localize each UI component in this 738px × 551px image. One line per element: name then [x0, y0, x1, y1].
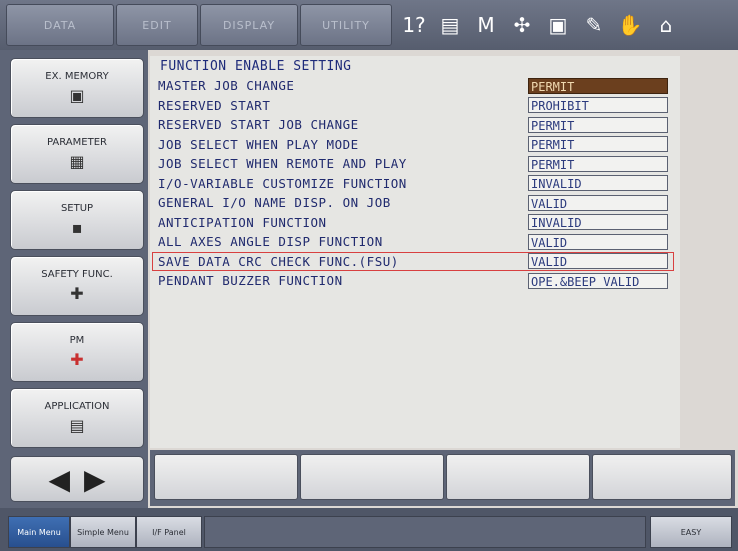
setting-value[interactable]: INVALID	[528, 175, 668, 192]
setting-value[interactable]: VALID	[528, 194, 668, 211]
function-key-bar	[150, 450, 735, 506]
setting-value[interactable]: PROHIBIT	[528, 97, 668, 114]
page-title: FUNCTION ENABLE SETTING	[160, 59, 352, 74]
setting-row: RESERVED START PROHIBIT	[158, 96, 678, 116]
setting-row: PENDANT BUZZER FUNCTION OPE.&BEEP VALID	[158, 271, 678, 291]
help-icon[interactable]: 1?	[400, 11, 428, 39]
menu-safety-func[interactable]: SAFETY FUNC. ✚	[10, 256, 144, 316]
monitor-icon[interactable]: ▣	[544, 11, 572, 39]
function-key-2[interactable]	[300, 454, 444, 500]
setting-label: PENDANT BUZZER FUNCTION	[158, 273, 343, 289]
setting-label: MASTER JOB CHANGE	[158, 78, 295, 94]
if-panel-button[interactable]: I/F Panel	[136, 516, 202, 548]
edit-icon[interactable]: ✎	[580, 11, 608, 39]
menu-application-label: APPLICATION	[44, 401, 110, 412]
parameter-icon: ▦	[69, 152, 85, 171]
menu-ex-memory-label: EX. MEMORY	[45, 71, 109, 82]
setting-label: RESERVED START	[158, 97, 271, 113]
tab-utility[interactable]: UTILITY	[300, 4, 392, 46]
status-bar: Main Menu Simple Menu I/F Panel EASY	[0, 508, 738, 551]
memory-icon[interactable]: M	[472, 11, 500, 39]
safety-icon: ✚	[70, 284, 84, 303]
setting-value[interactable]: PERMIT	[528, 136, 668, 153]
tab-display[interactable]: DISPLAY	[200, 4, 298, 46]
menu-pm[interactable]: PM ✚	[10, 322, 144, 382]
menu-parameter[interactable]: PARAMETER ▦	[10, 124, 144, 184]
setting-value[interactable]: PERMIT	[528, 155, 668, 172]
function-key-3[interactable]	[446, 454, 590, 500]
setting-label: ALL AXES ANGLE DISP FUNCTION	[158, 234, 383, 250]
setting-row: JOB SELECT WHEN REMOTE AND PLAY PERMIT	[158, 154, 678, 174]
setting-row: MASTER JOB CHANGE PERMIT	[158, 76, 678, 96]
status-icons: 1? ▤ M ✣ ▣ ✎ ✋ ⌂	[400, 8, 680, 42]
left-menu: EX. MEMORY ▣ PARAMETER ▦ SETUP ▪ SAFETY …	[0, 50, 148, 510]
setting-value[interactable]: OPE.&BEEP VALID	[528, 272, 668, 289]
tab-edit[interactable]: EDIT	[116, 4, 198, 46]
setting-value[interactable]: PERMIT	[528, 116, 668, 133]
setting-label: GENERAL I/O NAME DISP. ON JOB	[158, 195, 391, 211]
menu-ex-memory[interactable]: EX. MEMORY ▣	[10, 58, 144, 118]
menu-application[interactable]: APPLICATION ▤	[10, 388, 144, 448]
network-icon[interactable]: ✣	[508, 11, 536, 39]
setting-row: I/O-VARIABLE CUSTOMIZE FUNCTION INVALID	[158, 174, 678, 194]
setting-row: JOB SELECT WHEN PLAY MODE PERMIT	[158, 135, 678, 155]
home-icon[interactable]: ⌂	[652, 11, 680, 39]
setting-row: ANTICIPATION FUNCTION INVALID	[158, 213, 678, 233]
menu-setup[interactable]: SETUP ▪	[10, 190, 144, 250]
setting-value[interactable]: INVALID	[528, 214, 668, 231]
hand-icon[interactable]: ✋	[616, 11, 644, 39]
medical-box-icon: ✚	[70, 350, 84, 369]
easy-button[interactable]: EASY	[650, 516, 732, 548]
setting-row-highlighted: SAVE DATA CRC CHECK FUNC.(FSU) VALID	[152, 251, 678, 272]
application-icon: ▤	[69, 416, 85, 435]
status-message-area	[204, 516, 646, 548]
setting-row: RESERVED START JOB CHANGE PERMIT	[158, 115, 678, 135]
setting-row: GENERAL I/O NAME DISP. ON JOB VALID	[158, 193, 678, 213]
function-key-4[interactable]	[592, 454, 732, 500]
setting-label: JOB SELECT WHEN PLAY MODE	[158, 136, 359, 152]
document-icon[interactable]: ▤	[436, 11, 464, 39]
top-menu-bar: DATA EDIT DISPLAY UTILITY 1? ▤ M ✣ ▣ ✎ ✋…	[0, 0, 738, 50]
main-menu-button[interactable]: Main Menu	[8, 516, 70, 548]
setting-label: I/O-VARIABLE CUSTOMIZE FUNCTION	[158, 175, 407, 191]
simple-menu-button[interactable]: Simple Menu	[70, 516, 136, 548]
function-enable-setting-panel: FUNCTION ENABLE SETTING MASTER JOB CHANG…	[150, 56, 680, 448]
sd-card-icon: ▣	[69, 86, 85, 105]
setting-value[interactable]: VALID	[528, 233, 668, 250]
menu-parameter-label: PARAMETER	[47, 137, 107, 148]
menu-safety-func-label: SAFETY FUNC.	[41, 269, 113, 280]
setting-label: RESERVED START JOB CHANGE	[158, 117, 359, 133]
setting-label: SAVE DATA CRC CHECK FUNC.(FSU)	[158, 253, 399, 269]
arrow-right-icon[interactable]: ▶	[84, 463, 106, 496]
settings-list: MASTER JOB CHANGE PERMIT RESERVED START …	[152, 76, 678, 291]
setting-value[interactable]: PERMIT	[528, 77, 668, 94]
setting-row: ALL AXES ANGLE DISP FUNCTION VALID	[158, 232, 678, 252]
function-key-1[interactable]	[154, 454, 298, 500]
arrow-left-icon[interactable]: ◀	[48, 463, 70, 496]
menu-pm-label: PM	[69, 335, 85, 346]
tab-data[interactable]: DATA	[6, 4, 114, 46]
page-arrows: ◀ ▶	[10, 456, 144, 502]
setting-label: JOB SELECT WHEN REMOTE AND PLAY	[158, 156, 407, 172]
setting-value[interactable]: VALID	[528, 253, 668, 270]
menu-setup-label: SETUP	[60, 203, 94, 214]
setup-icon: ▪	[71, 218, 83, 237]
setting-label: ANTICIPATION FUNCTION	[158, 214, 327, 230]
